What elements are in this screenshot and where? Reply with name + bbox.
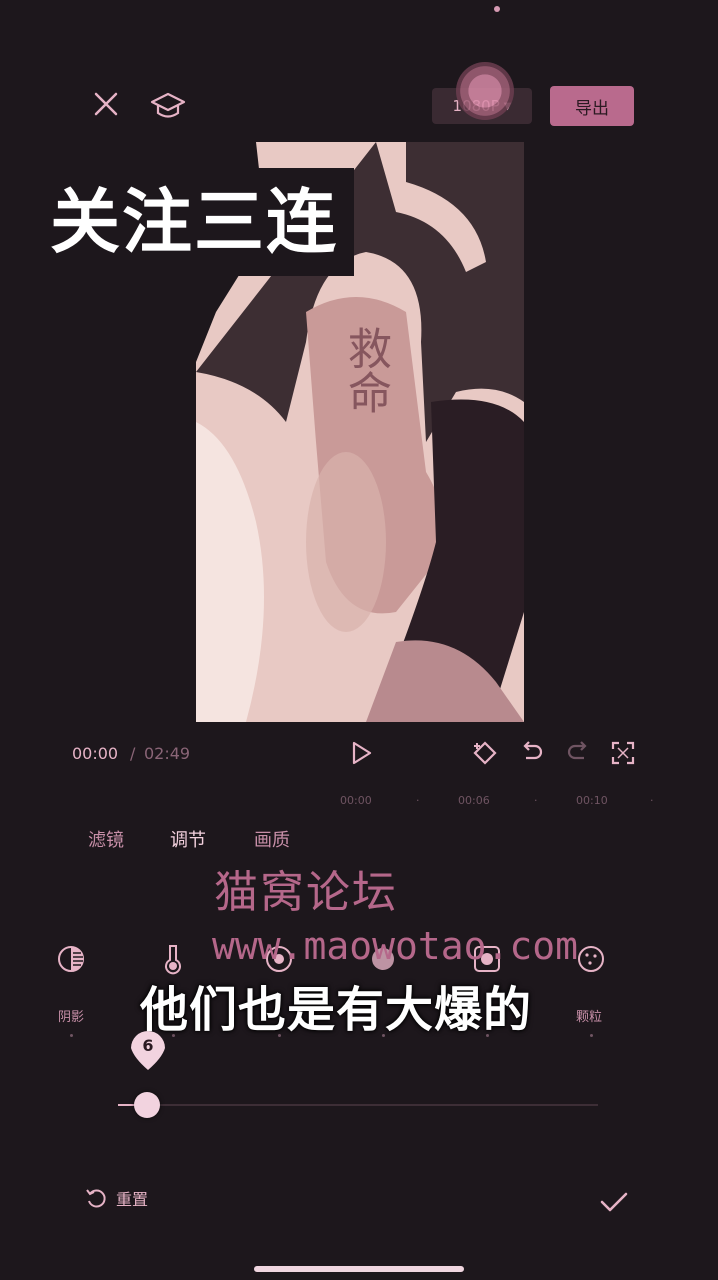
slider-value: 6 [142, 1036, 154, 1055]
ruler-mark: 00:00 [340, 794, 372, 807]
reset-button[interactable]: 重置 [84, 1186, 148, 1210]
checkmark-icon [600, 1192, 628, 1212]
shadow-icon [58, 946, 84, 972]
tutorial-button[interactable] [148, 86, 188, 126]
fullscreen-icon [611, 741, 635, 765]
close-button[interactable] [88, 86, 124, 122]
hand-text: 救命 [340, 326, 391, 414]
video-subtitle: 他们也是有大爆的 [140, 982, 533, 1038]
ruler-mark: 00:10 [576, 794, 608, 807]
fullscreen-button[interactable] [610, 740, 636, 766]
ruler-dot: · [534, 794, 538, 807]
shadow-tool[interactable] [54, 942, 88, 976]
play-icon [352, 741, 372, 765]
slider-thumb[interactable] [134, 1092, 160, 1118]
time-separator: / [130, 744, 136, 763]
confirm-button[interactable] [596, 1184, 632, 1220]
camera-dot [494, 6, 500, 12]
ruler-dot: · [650, 794, 654, 807]
total-time: 02:49 [144, 744, 191, 763]
keyframe-button[interactable] [470, 738, 500, 768]
record-indicator [456, 62, 514, 120]
redo-icon [567, 741, 587, 760]
ruler-mark: 00:06 [458, 794, 490, 807]
play-button[interactable] [346, 738, 376, 768]
tool-label-grain: 颗粒 [576, 1010, 603, 1025]
ruler-dot: · [416, 794, 420, 807]
keyframe-icon [473, 741, 497, 765]
tab-quality[interactable]: 画质 [254, 826, 290, 852]
graduation-cap-icon [150, 92, 186, 118]
redo-button[interactable] [564, 738, 592, 766]
home-indicator[interactable] [254, 1266, 464, 1272]
export-button[interactable]: 导出 [550, 86, 634, 126]
undo-icon [523, 741, 543, 760]
overlay-title: 关注三连 [34, 168, 354, 276]
watermark-url: www.maowotao.com [212, 924, 579, 968]
undo-button[interactable] [518, 738, 546, 766]
current-time: 00:00 [72, 744, 119, 763]
tool-indicator [70, 1034, 73, 1037]
reset-icon [86, 1189, 106, 1208]
grain-icon [578, 946, 604, 972]
tab-filter[interactable]: 滤镜 [88, 826, 124, 852]
watermark-forum: 猫窝论坛 [214, 867, 398, 918]
slider-track[interactable] [118, 1104, 598, 1106]
tool-label-shadow: 阴影 [58, 1010, 85, 1025]
reset-label: 重置 [116, 1190, 149, 1209]
tool-indicator [590, 1034, 593, 1037]
tab-adjust[interactable]: 调节 [170, 826, 206, 852]
close-icon [94, 92, 118, 116]
grain-tool[interactable] [574, 942, 608, 976]
